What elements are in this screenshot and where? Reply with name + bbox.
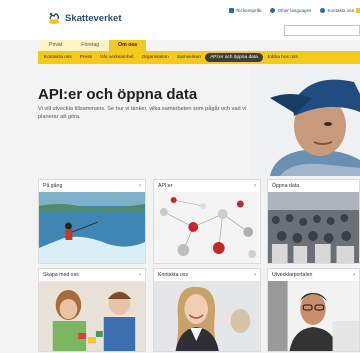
page-title: API:er och öppna data <box>38 86 198 103</box>
hero-intro: Vi vill utveckla tillsammans. Se hur vi … <box>38 106 247 120</box>
children-building-photo <box>39 281 145 351</box>
card-header: Utvecklarportalen › <box>268 269 359 281</box>
chevron-right-icon: › <box>254 183 256 189</box>
sign-language-link[interactable]: Teckenspråk <box>228 8 262 13</box>
tab-privat[interactable]: Privat <box>40 40 72 51</box>
site-header: Skatteverket Teckenspråk Other languages… <box>0 0 360 40</box>
hero-section: API:er och öppna data Vi vill utveckla t… <box>0 64 360 176</box>
skatteverket-logo[interactable]: Skatteverket <box>46 10 122 26</box>
segment-tabs: Privat Företag Om oss <box>40 40 147 51</box>
card-pa-gang[interactable]: På gång › <box>38 179 146 264</box>
card-label: Skapa med oss <box>43 272 79 278</box>
phone-icon <box>320 8 326 13</box>
nav-item-press[interactable]: Press <box>76 53 96 62</box>
crowd-photo <box>268 192 359 263</box>
nav-item-kontakta-oss[interactable]: Kontakta oss <box>40 53 76 62</box>
chevron-right-icon: › <box>353 272 355 278</box>
card-label: API:er <box>158 183 173 189</box>
contact-link[interactable]: Kontakta oss <box>320 8 360 13</box>
boy-with-cap-photo <box>250 64 360 176</box>
card-header: API:er › <box>154 180 260 192</box>
card-label: Öppna data <box>272 183 300 189</box>
search-input[interactable] <box>284 25 360 36</box>
card-oppna-data[interactable]: Öppna data <box>267 179 360 264</box>
tab-om-oss[interactable]: Om oss <box>109 40 147 51</box>
main-nav: Kontakta oss Press Vår verksamhet Organi… <box>38 51 360 64</box>
contact-label: Kontakta oss <box>327 8 354 13</box>
sign-language-icon <box>228 8 234 13</box>
water-skier-photo <box>39 192 145 263</box>
card-label: Utvecklarportalen <box>272 272 313 278</box>
nav-item-organisation[interactable]: Organisation <box>138 53 173 62</box>
brand-name: Skatteverket <box>65 12 122 24</box>
card-kontakta-oss[interactable]: Kontakta oss › <box>153 268 261 352</box>
chevron-right-icon: › <box>139 272 141 278</box>
card-header: Kontakta oss › <box>154 269 260 281</box>
card-apier[interactable]: API:er › <box>153 179 261 264</box>
smiling-woman-photo <box>154 281 260 351</box>
nav-item-jobba-hos-oss[interactable]: Jobba hos oss <box>263 53 302 62</box>
card-header: På gång › <box>39 180 145 192</box>
chevron-right-icon: › <box>254 272 256 278</box>
card-header: Öppna data <box>268 180 359 192</box>
card-header: Skapa med oss › <box>39 269 145 281</box>
card-label: Kontakta oss <box>158 272 188 278</box>
chevron-right-icon: › <box>139 183 141 189</box>
card-skapa-med-oss[interactable]: Skapa med oss › <box>38 268 146 352</box>
header-tools: Teckenspråk Other languages Kontakta oss <box>228 8 360 13</box>
nav-item-samverkan[interactable]: Samverkan <box>173 53 205 62</box>
globe-icon <box>270 8 276 13</box>
sign-language-label: Teckenspråk <box>235 8 262 13</box>
developer-photo <box>268 281 359 351</box>
highlight-icon <box>356 8 360 13</box>
nav-item-var-verksamhet[interactable]: Vår verksamhet <box>96 53 138 62</box>
molecule-spheres-photo <box>154 192 260 263</box>
tab-foretag[interactable]: Företag <box>72 40 109 51</box>
card-utvecklarportalen[interactable]: Utvecklarportalen › <box>267 268 360 352</box>
nav-item-api-oppna-data[interactable]: API:er och öppna data <box>205 53 263 62</box>
other-languages-label: Other languages <box>277 8 312 13</box>
card-label: På gång <box>43 183 63 189</box>
other-languages-link[interactable]: Other languages <box>270 8 311 13</box>
crown-logo-icon <box>49 12 60 24</box>
